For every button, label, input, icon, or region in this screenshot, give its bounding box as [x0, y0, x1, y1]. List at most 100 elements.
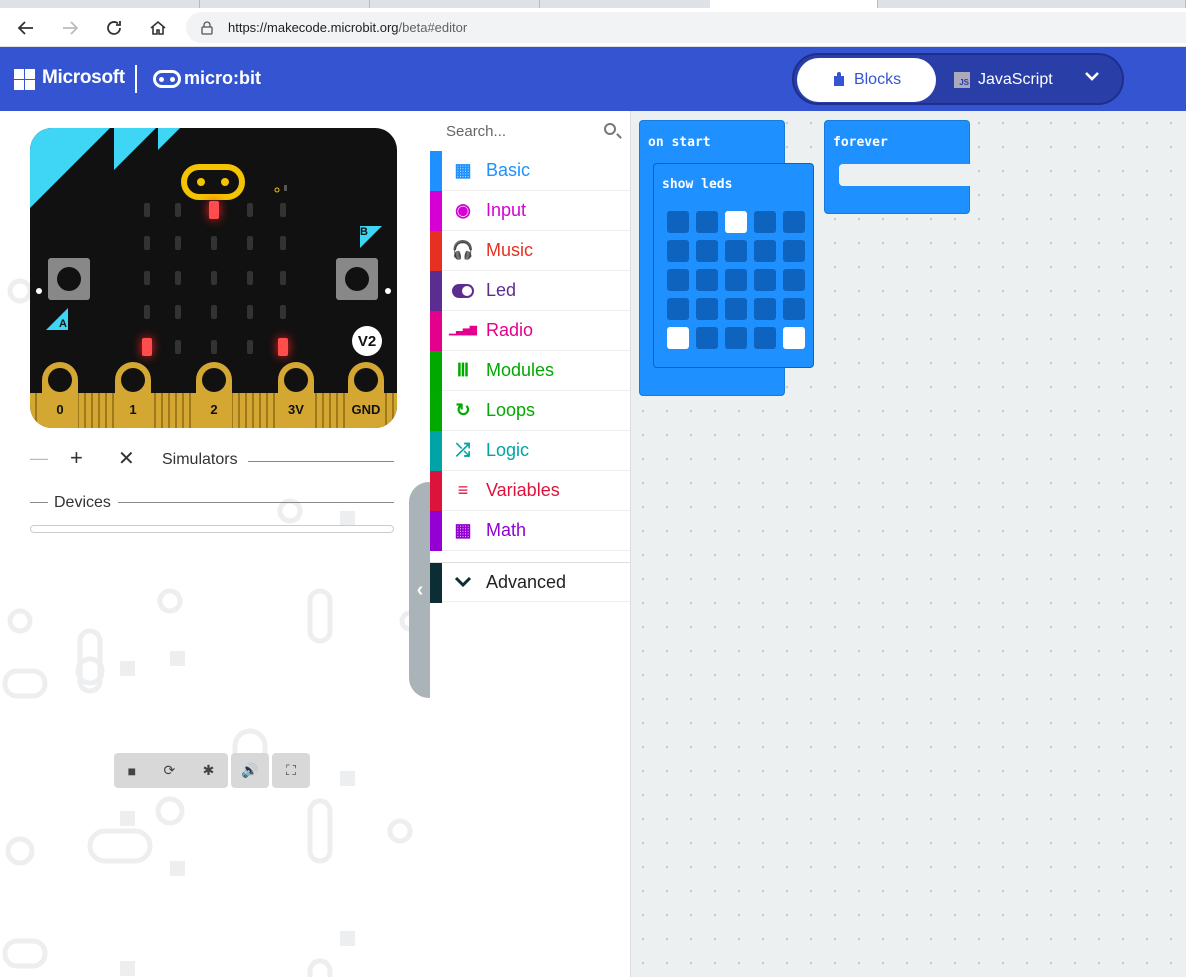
- led: [175, 203, 181, 217]
- category-color-bar: [430, 271, 442, 311]
- led-toggle[interactable]: [667, 240, 689, 262]
- led: [280, 271, 286, 285]
- led-toggle[interactable]: [667, 269, 689, 291]
- arrow-right-icon: [63, 21, 79, 35]
- arrow-left-icon: [17, 21, 33, 35]
- button-b-label: B: [360, 226, 368, 238]
- led-toggle[interactable]: [754, 327, 776, 349]
- forward-button[interactable]: [58, 16, 82, 40]
- browser-tab[interactable]: [0, 0, 200, 8]
- category-music[interactable]: 🎧 Music: [430, 231, 630, 271]
- category-color-bar: [430, 431, 442, 471]
- led: [211, 271, 217, 285]
- led-toggle[interactable]: [754, 298, 776, 320]
- touch-logo[interactable]: [181, 164, 245, 200]
- javascript-mode-button[interactable]: JS JavaScript: [954, 58, 1074, 102]
- blocks-workspace[interactable]: on start show leds forever: [631, 111, 1186, 977]
- led-toggle[interactable]: [696, 298, 718, 320]
- reload-button[interactable]: [102, 16, 126, 40]
- led-toggle[interactable]: [725, 269, 747, 291]
- browser-tab[interactable]: [370, 0, 540, 8]
- led-toggle[interactable]: [754, 269, 776, 291]
- led-toggle[interactable]: [725, 298, 747, 320]
- category-color-bar: [430, 563, 442, 603]
- zoom-out-button[interactable]: —: [30, 448, 48, 469]
- show-leds-block[interactable]: show leds: [653, 163, 814, 368]
- reload-icon: [107, 21, 121, 35]
- forever-block[interactable]: forever: [824, 120, 971, 214]
- category-radio[interactable]: ▁▃▅▇ Radio: [430, 311, 630, 351]
- microbit-board: A B V2 0 1 2 3V GND: [30, 128, 397, 428]
- led-toggle[interactable]: [667, 298, 689, 320]
- led-toggle[interactable]: [783, 211, 805, 233]
- microsoft-logo-icon[interactable]: [14, 69, 35, 90]
- led-toggle[interactable]: [725, 240, 747, 262]
- microbit-logo-icon[interactable]: [153, 70, 181, 88]
- simulators-divider: [248, 461, 394, 462]
- category-label: Input: [486, 200, 527, 220]
- category-color-bar: [430, 231, 442, 271]
- microbit-brand[interactable]: micro:bit: [184, 68, 261, 89]
- led-toggle[interactable]: [696, 269, 718, 291]
- mute-button[interactable]: 🔊: [231, 753, 269, 788]
- led-toggle[interactable]: [667, 327, 689, 349]
- fullscreen-button[interactable]: ⛶: [272, 753, 310, 788]
- category-label: Loops: [486, 400, 536, 420]
- url-field[interactable]: https://makecode.microbit.org/beta#edito…: [186, 12, 1186, 43]
- led-toggle[interactable]: [667, 211, 689, 233]
- led-toggle[interactable]: [783, 240, 805, 262]
- stop-icon[interactable]: ■: [128, 763, 136, 779]
- debug-icon[interactable]: ✱: [203, 762, 215, 779]
- pin-gnd[interactable]: GND: [348, 362, 384, 428]
- led: [144, 236, 150, 250]
- category-loops[interactable]: ↻ Loops: [430, 391, 630, 431]
- pin-1[interactable]: 1: [115, 362, 151, 428]
- back-button[interactable]: [14, 16, 38, 40]
- forever-empty-slot[interactable]: [839, 164, 971, 186]
- category-modules[interactable]: Ⅲ Modules: [430, 351, 630, 391]
- category-math[interactable]: ▦ Math: [430, 511, 630, 551]
- category-logic[interactable]: ⤮ Logic: [430, 431, 630, 471]
- browser-tab-active[interactable]: [710, 0, 878, 8]
- led-toggle[interactable]: [754, 211, 776, 233]
- button-a-label: A: [59, 318, 67, 330]
- chevron-down-icon[interactable]: [1084, 69, 1100, 85]
- category-input[interactable]: ◉ Input: [430, 191, 630, 231]
- restart-icon[interactable]: ⟳: [163, 762, 175, 779]
- collapse-simulator-handle[interactable]: ‹: [409, 482, 431, 698]
- editor-mode-toggle: Blocks JS JavaScript: [792, 53, 1124, 105]
- led: [175, 340, 181, 354]
- blocks-mode-button[interactable]: Blocks: [797, 58, 936, 102]
- category-advanced[interactable]: Advanced: [430, 562, 630, 603]
- led-toggle[interactable]: [696, 327, 718, 349]
- devices-divider-right: [118, 502, 394, 503]
- category-variables[interactable]: ≡ Variables: [430, 471, 630, 511]
- led-toggle[interactable]: [725, 327, 747, 349]
- led: [278, 338, 288, 356]
- close-simulator-button[interactable]: ✕: [118, 446, 135, 471]
- led-toggle[interactable]: [696, 211, 718, 233]
- category-label: Led: [486, 280, 517, 300]
- led-toggle[interactable]: [725, 211, 747, 233]
- led-toggle[interactable]: [783, 298, 805, 320]
- browser-tab[interactable]: [200, 0, 370, 8]
- home-button[interactable]: [146, 16, 170, 40]
- led-toggle[interactable]: [783, 269, 805, 291]
- category-led[interactable]: Led: [430, 271, 630, 311]
- toggle-icon: [452, 280, 474, 302]
- zoom-in-button[interactable]: +: [70, 445, 83, 471]
- led-toggle[interactable]: [696, 240, 718, 262]
- header-divider: [135, 65, 137, 93]
- pin-3v[interactable]: 3V: [278, 362, 314, 428]
- microsoft-brand[interactable]: Microsoft: [42, 67, 125, 89]
- button-a[interactable]: [48, 258, 90, 300]
- led-toggle[interactable]: [754, 240, 776, 262]
- pin-0[interactable]: 0: [42, 362, 78, 428]
- browser-tab[interactable]: [1040, 0, 1186, 8]
- button-b[interactable]: [336, 258, 378, 300]
- toolbox-search-input[interactable]: Search...: [430, 111, 630, 151]
- url-path: /beta#editor: [398, 20, 468, 35]
- pin-2[interactable]: 2: [196, 362, 232, 428]
- led-toggle[interactable]: [783, 327, 805, 349]
- category-basic[interactable]: ▦ Basic: [430, 151, 630, 191]
